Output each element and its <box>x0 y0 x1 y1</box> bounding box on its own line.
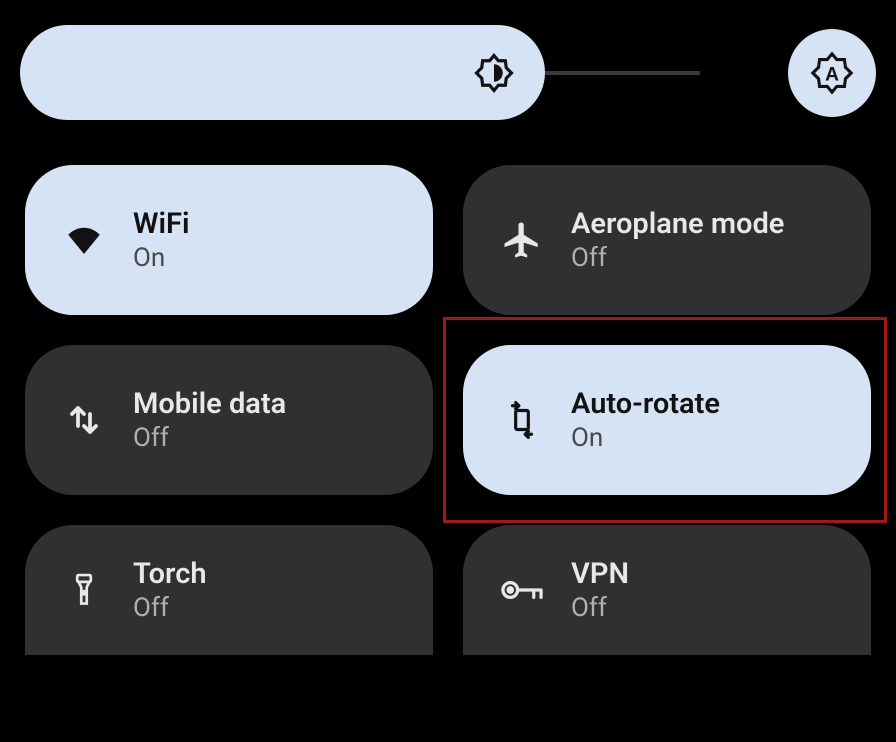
brightness-track-remaining <box>545 71 700 75</box>
mobile-data-title: Mobile data <box>133 387 286 422</box>
vpn-title: VPN <box>571 557 629 592</box>
mobile-data-tile[interactable]: Mobile data Off <box>25 345 433 495</box>
torch-tile[interactable]: Torch Off <box>25 525 433 655</box>
mobile-data-status: Off <box>133 423 286 453</box>
wifi-icon <box>60 219 108 261</box>
brightness-icon <box>473 52 515 94</box>
airplane-mode-tile[interactable]: Aeroplane mode Off <box>463 165 871 315</box>
auto-brightness-icon: A <box>809 50 855 96</box>
vpn-key-icon <box>498 575 546 605</box>
vpn-tile[interactable]: VPN Off <box>463 525 871 655</box>
quick-settings-tiles: WiFi On Aeroplane mode Off Mobile data O… <box>20 165 876 655</box>
wifi-title: WiFi <box>133 207 189 242</box>
vpn-status: Off <box>571 593 629 623</box>
auto-rotate-icon <box>498 401 546 439</box>
brightness-slider[interactable] <box>20 25 545 120</box>
brightness-controls: A <box>20 25 876 120</box>
torch-icon <box>60 571 108 609</box>
auto-rotate-tile[interactable]: Auto-rotate On <box>463 345 871 495</box>
airplane-title: Aeroplane mode <box>571 207 784 242</box>
wifi-tile[interactable]: WiFi On <box>25 165 433 315</box>
wifi-status: On <box>133 243 189 273</box>
auto-brightness-button[interactable]: A <box>788 29 876 117</box>
svg-text:A: A <box>825 64 839 85</box>
auto-rotate-title: Auto-rotate <box>571 387 720 422</box>
auto-rotate-status: On <box>571 423 720 453</box>
airplane-icon <box>498 219 546 261</box>
mobile-data-icon <box>60 402 108 438</box>
torch-title: Torch <box>133 557 207 592</box>
airplane-status: Off <box>571 243 784 273</box>
torch-status: Off <box>133 593 207 623</box>
